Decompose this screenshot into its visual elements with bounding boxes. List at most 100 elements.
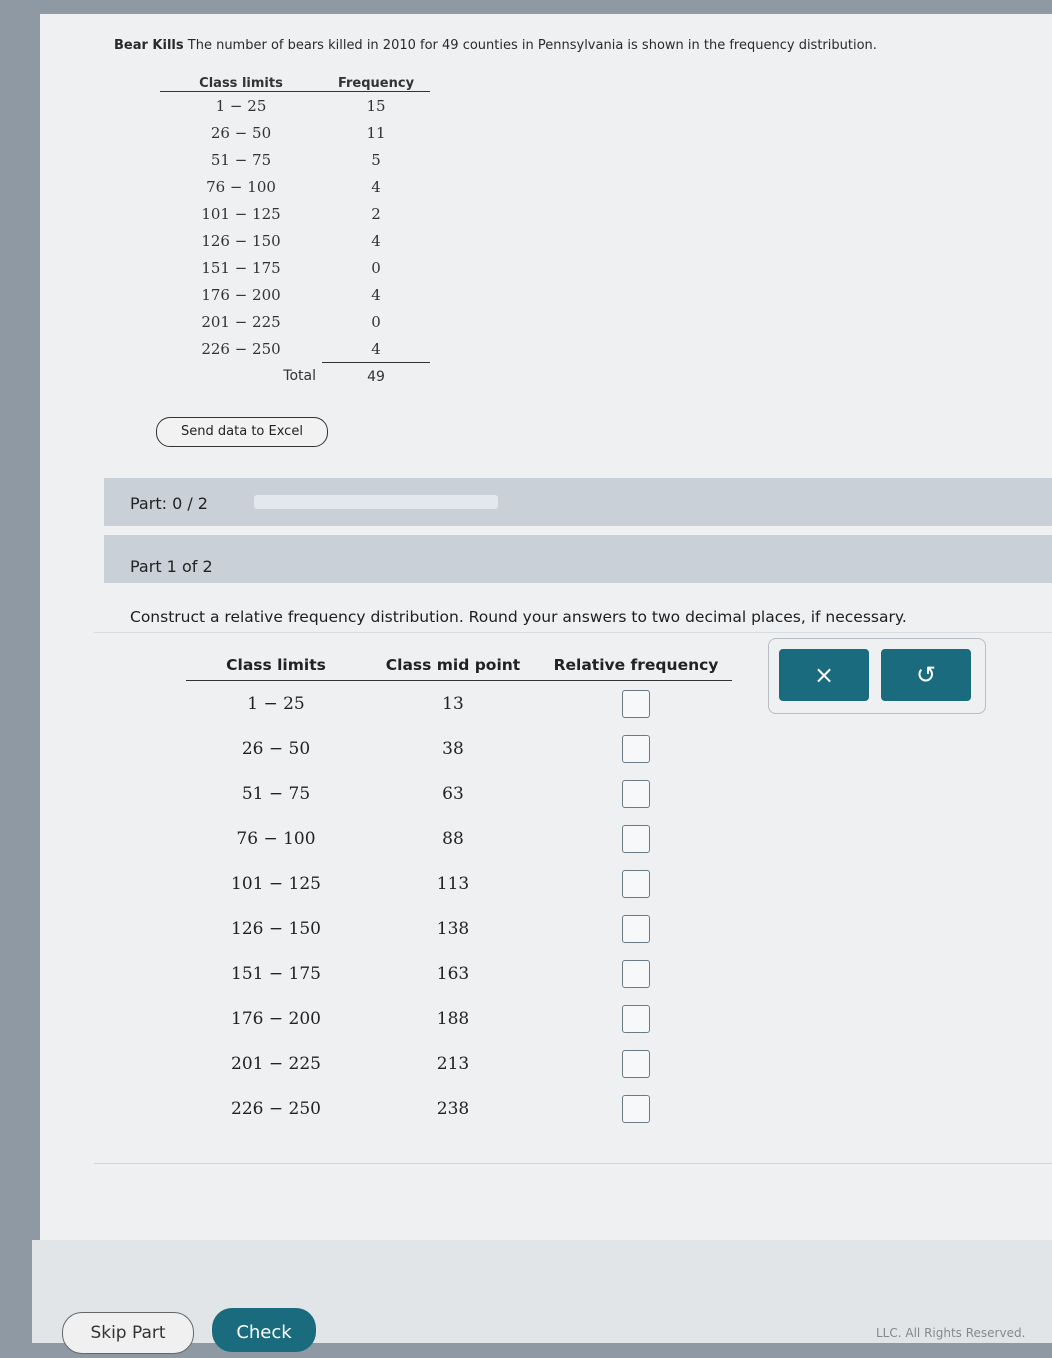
total-value: 49: [367, 368, 385, 385]
table-row: 1 − 25 13: [186, 681, 732, 727]
relative-frequency-input[interactable]: [622, 1004, 650, 1033]
class-midpoint-cell: 163: [436, 963, 470, 984]
class-limits-cell: 226 − 250: [201, 339, 281, 358]
copyright-footer: LLC. All Rights Reserved.: [876, 1326, 1026, 1340]
class-limits-cell: 26 − 50: [241, 738, 311, 759]
frequency-cell: 4: [322, 335, 430, 363]
frequency-cell: 0: [371, 258, 381, 277]
class-midpoint-cell: 238: [436, 1098, 470, 1119]
relative-frequency-cell: [540, 861, 732, 906]
relative-frequency-input[interactable]: [622, 824, 650, 853]
total-row: Total 49: [160, 363, 430, 391]
close-icon: ×: [813, 661, 835, 689]
class-limits-cell: 176 − 200: [201, 285, 281, 304]
table-row: 101 − 125 2: [160, 200, 430, 227]
class-limits-cell: 76 − 100: [206, 177, 276, 196]
header-frequency: Frequency: [322, 74, 430, 92]
relative-frequency-cell: [540, 1086, 732, 1131]
class-limits-cell: 226 − 250: [231, 1098, 321, 1119]
table-row: 76 − 100 88: [186, 816, 732, 861]
header-class-limits: Class limits: [186, 650, 366, 681]
class-limits-cell: 101 − 125: [231, 873, 321, 894]
relative-frequency-cell: [540, 726, 732, 771]
progress-track: [254, 495, 498, 509]
skip-part-button[interactable]: Skip Part: [62, 1312, 194, 1354]
table-row: 176 − 200 188: [186, 996, 732, 1041]
clear-button[interactable]: ×: [779, 649, 869, 701]
class-midpoint-cell: 38: [442, 738, 464, 759]
sub-part-label: Part 1 of 2: [130, 557, 213, 576]
class-limits-cell: 1 − 25: [215, 96, 267, 115]
table-row: 201 − 225 213: [186, 1041, 732, 1086]
problem-text: The number of bears killed in 2010 for 4…: [187, 38, 877, 53]
relative-frequency-input[interactable]: [622, 734, 650, 763]
problem-statement: Bear Kills The number of bears killed in…: [114, 38, 1034, 53]
relative-frequency-input[interactable]: [622, 689, 650, 718]
class-limits-cell: 76 − 100: [236, 828, 316, 849]
table-row: 101 − 125 113: [186, 861, 732, 906]
table-row: 226 − 250 238: [186, 1086, 732, 1131]
relative-frequency-cell: [540, 1041, 732, 1086]
class-limits-cell: 51 − 75: [210, 150, 272, 169]
class-midpoint-cell: 138: [436, 918, 470, 939]
table-row: 151 − 175 0: [160, 254, 430, 281]
table-row: 176 − 200 4: [160, 281, 430, 308]
instructions: Construct a relative frequency distribut…: [130, 608, 907, 626]
undo-icon: ↺: [915, 661, 937, 689]
class-midpoint-cell: 88: [442, 828, 464, 849]
frequency-cell: 4: [371, 231, 381, 250]
class-limits-cell: 176 − 200: [231, 1008, 321, 1029]
frequency-cell: 5: [371, 150, 381, 169]
relative-frequency-input[interactable]: [622, 869, 650, 898]
class-limits-cell: 26 − 50: [210, 123, 272, 142]
table-row: 51 − 75 63: [186, 771, 732, 816]
header-relative-frequency: Relative frequency: [540, 650, 732, 681]
relative-frequency-input[interactable]: [622, 959, 650, 988]
table-row: 76 − 100 4: [160, 173, 430, 200]
relative-frequency-table: Class limits Class mid point Relative fr…: [186, 650, 732, 1131]
table-row: 26 − 50 11: [160, 119, 430, 146]
frequency-table: Class limits Frequency 1 − 25 15 26 − 50 11…: [160, 74, 430, 390]
answer-tools: × ↺: [768, 638, 986, 714]
frequency-cell: 4: [371, 285, 381, 304]
relative-frequency-input[interactable]: [622, 914, 650, 943]
class-midpoint-cell: 188: [436, 1008, 470, 1029]
table-row: 51 − 75 5: [160, 146, 430, 173]
header-class-midpoint: Class mid point: [366, 650, 540, 681]
send-data-to-excel-button[interactable]: Send data to Excel: [156, 417, 328, 447]
relative-frequency-cell: [540, 681, 732, 727]
class-midpoint-cell: 213: [436, 1053, 470, 1074]
relative-frequency-cell: [540, 951, 732, 996]
relative-frequency-input[interactable]: [622, 1049, 650, 1078]
class-limits-cell: 1 − 25: [247, 693, 305, 714]
relative-frequency-input[interactable]: [622, 1094, 650, 1123]
relative-frequency-cell: [540, 771, 732, 816]
problem-title: Bear Kills: [114, 38, 184, 53]
frequency-cell: 2: [371, 204, 381, 223]
frequency-cell: 15: [366, 96, 386, 115]
sub-part-header: Part 1 of 2: [104, 535, 1052, 583]
table-row: 126 − 150 138: [186, 906, 732, 951]
table-row: 26 − 50 38: [186, 726, 732, 771]
class-midpoint-cell: 113: [436, 873, 470, 894]
class-limits-cell: 151 − 175: [201, 258, 281, 277]
total-label: Total: [283, 368, 316, 385]
class-limits-cell: 201 − 225: [231, 1053, 321, 1074]
relative-frequency-cell: [540, 906, 732, 951]
table-row: 151 − 175 163: [186, 951, 732, 996]
frequency-cell: 0: [371, 312, 381, 331]
class-midpoint-cell: 13: [442, 693, 464, 714]
part-progress-label: Part: 0 / 2: [130, 494, 208, 513]
class-limits-cell: 151 − 175: [231, 963, 321, 984]
check-button[interactable]: Check: [212, 1308, 316, 1352]
frequency-cell: 11: [366, 123, 386, 142]
table-row: 226 − 250 4: [160, 335, 430, 363]
class-limits-cell: 126 − 150: [231, 918, 321, 939]
relative-frequency-input[interactable]: [622, 779, 650, 808]
undo-button[interactable]: ↺: [881, 649, 971, 701]
class-midpoint-cell: 63: [442, 783, 464, 804]
class-limits-cell: 51 − 75: [241, 783, 311, 804]
table-row: 126 − 150 4: [160, 227, 430, 254]
class-limits-cell: 201 − 225: [201, 312, 281, 331]
part-progress-bar: Part: 0 / 2: [104, 478, 1052, 526]
